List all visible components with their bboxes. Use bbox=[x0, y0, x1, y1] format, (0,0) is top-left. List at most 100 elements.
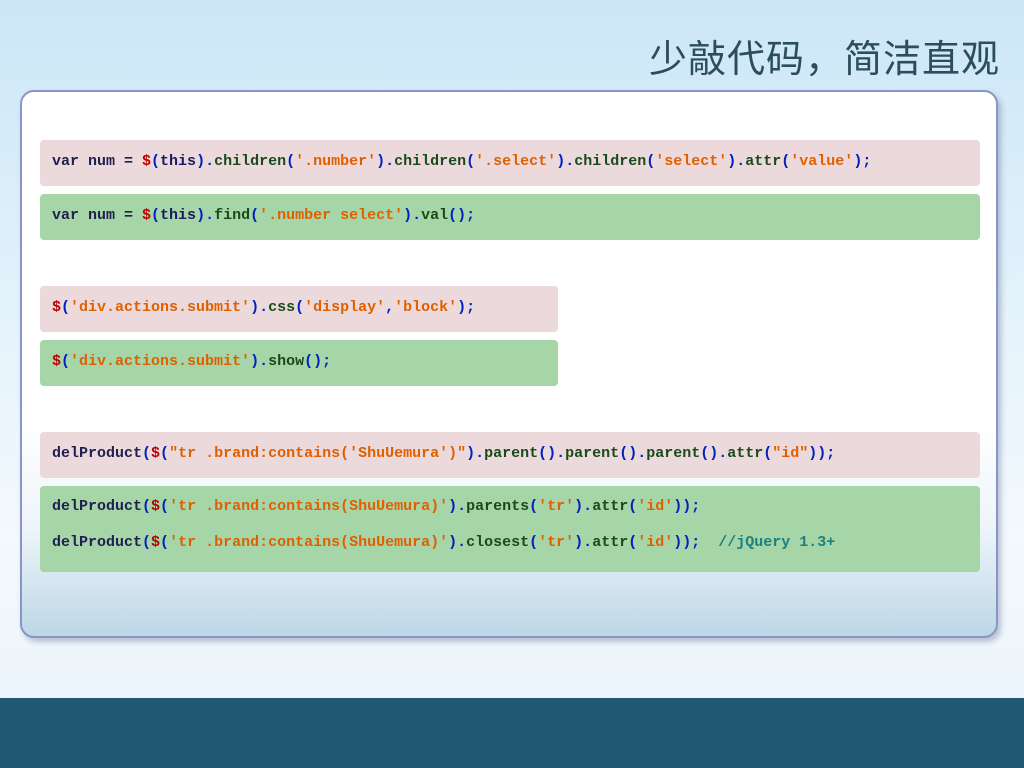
code-token: )); bbox=[808, 445, 836, 462]
code-token: children bbox=[574, 153, 647, 170]
code-token: //jQuery 1.3+ bbox=[718, 534, 836, 551]
code-token: ( bbox=[295, 299, 305, 316]
code-token: (). bbox=[538, 445, 566, 462]
code-token: attr bbox=[727, 445, 764, 462]
code-token: $ bbox=[151, 534, 161, 551]
code-token: $ bbox=[52, 299, 62, 316]
code-token: 'div.actions.submit' bbox=[70, 353, 251, 370]
code-token: ). bbox=[448, 498, 467, 515]
code-token: )); bbox=[673, 534, 701, 551]
code-token: ). bbox=[196, 207, 215, 224]
code-token: $ bbox=[151, 498, 161, 515]
code-line: $('div.actions.submit').css('display','b… bbox=[52, 299, 475, 316]
code-token: 'display' bbox=[304, 299, 386, 316]
code-token: ). bbox=[403, 207, 422, 224]
code-token: )); bbox=[673, 498, 701, 515]
code-token: this bbox=[160, 153, 197, 170]
code-token: ). bbox=[196, 153, 215, 170]
code-token: ( bbox=[142, 498, 152, 515]
code-token: ( bbox=[466, 153, 476, 170]
code-token: ). bbox=[727, 153, 746, 170]
code-token: ). bbox=[376, 153, 395, 170]
code-token: 'select' bbox=[655, 153, 728, 170]
code-block-find-val: var num = $(this).find('.number select')… bbox=[40, 194, 980, 240]
code-token: delProduct bbox=[52, 445, 143, 462]
code-token: parent bbox=[565, 445, 620, 462]
code-token: "id" bbox=[772, 445, 809, 462]
code-token: ). bbox=[466, 445, 485, 462]
code-token: 'div.actions.submit' bbox=[70, 299, 251, 316]
code-token: val bbox=[421, 207, 449, 224]
code-token: ( bbox=[529, 498, 539, 515]
code-token: ). bbox=[556, 153, 575, 170]
code-token: '.number select' bbox=[259, 207, 404, 224]
code-block-parents-closest: delProduct($('tr .brand:contains(ShuUemu… bbox=[40, 486, 980, 572]
code-token: ( bbox=[61, 353, 71, 370]
code-token: find bbox=[214, 207, 251, 224]
code-line: delProduct($('tr .brand:contains(ShuUemu… bbox=[52, 498, 700, 515]
code-line: delProduct($('tr .brand:contains(ShuUemu… bbox=[52, 534, 835, 551]
code-block-parent-chain: delProduct($("tr .brand:contains('ShuUem… bbox=[40, 432, 980, 478]
code-token: ( bbox=[151, 153, 161, 170]
code-token: attr bbox=[745, 153, 782, 170]
code-token: 'value' bbox=[790, 153, 854, 170]
code-token: ( bbox=[250, 207, 260, 224]
code-token: ( bbox=[763, 445, 773, 462]
code-token: 'tr' bbox=[538, 534, 575, 551]
code-token: delProduct bbox=[52, 498, 143, 515]
code-token: ( bbox=[160, 534, 170, 551]
code-token: ). bbox=[250, 353, 269, 370]
code-token: ( bbox=[142, 534, 152, 551]
code-token: attr bbox=[592, 534, 629, 551]
code-token: children bbox=[394, 153, 467, 170]
code-token: ( bbox=[646, 153, 656, 170]
slide-title: 少敲代码，简洁直观 bbox=[648, 37, 1000, 81]
code-line: $('div.actions.submit').show(); bbox=[52, 353, 331, 370]
code-token: ( bbox=[286, 153, 296, 170]
code-token: $ bbox=[142, 153, 152, 170]
code-token: (). bbox=[700, 445, 728, 462]
code-token: 'block' bbox=[394, 299, 458, 316]
footer-bar bbox=[0, 698, 1024, 768]
code-token: 'tr .brand:contains(ShuUemura)' bbox=[169, 534, 449, 551]
code-token: show bbox=[268, 353, 305, 370]
code-token: closest bbox=[466, 534, 530, 551]
code-token: parent bbox=[484, 445, 539, 462]
code-token: ( bbox=[61, 299, 71, 316]
code-token: parents bbox=[466, 498, 530, 515]
code-token: ). bbox=[448, 534, 467, 551]
code-token: children bbox=[214, 153, 287, 170]
code-token: attr bbox=[592, 498, 629, 515]
code-token: $ bbox=[151, 445, 161, 462]
code-panel: var num = $(this).children('.number').ch… bbox=[20, 90, 998, 638]
code-token: var num = bbox=[52, 153, 143, 170]
code-token: var num = bbox=[52, 207, 143, 224]
code-token: 'tr .brand:contains(ShuUemura)' bbox=[169, 498, 449, 515]
code-line: var num = $(this).find('.number select')… bbox=[52, 207, 475, 224]
code-token: 'id' bbox=[637, 534, 674, 551]
code-token: ( bbox=[160, 498, 170, 515]
code-token: ( bbox=[529, 534, 539, 551]
code-line: var num = $(this).children('.number').ch… bbox=[52, 153, 871, 170]
code-token: $ bbox=[52, 353, 62, 370]
code-token: (). bbox=[619, 445, 647, 462]
code-line: delProduct($("tr .brand:contains('ShuUem… bbox=[52, 445, 835, 462]
code-block-children-chain: var num = $(this).children('.number').ch… bbox=[40, 140, 980, 186]
code-token: , bbox=[385, 299, 395, 316]
code-token: $ bbox=[142, 207, 152, 224]
code-block-css-display: $('div.actions.submit').css('display','b… bbox=[40, 286, 558, 332]
code-token: ( bbox=[628, 534, 638, 551]
code-token: parent bbox=[646, 445, 701, 462]
code-token: ( bbox=[628, 498, 638, 515]
code-token: ( bbox=[142, 445, 152, 462]
code-token: ( bbox=[160, 445, 170, 462]
code-token: ( bbox=[151, 207, 161, 224]
code-token: ). bbox=[574, 498, 593, 515]
code-token: '.number' bbox=[295, 153, 377, 170]
code-token: 'tr' bbox=[538, 498, 575, 515]
code-token: 'id' bbox=[637, 498, 674, 515]
code-token: this bbox=[160, 207, 197, 224]
code-token: ( bbox=[781, 153, 791, 170]
code-token: css bbox=[268, 299, 296, 316]
